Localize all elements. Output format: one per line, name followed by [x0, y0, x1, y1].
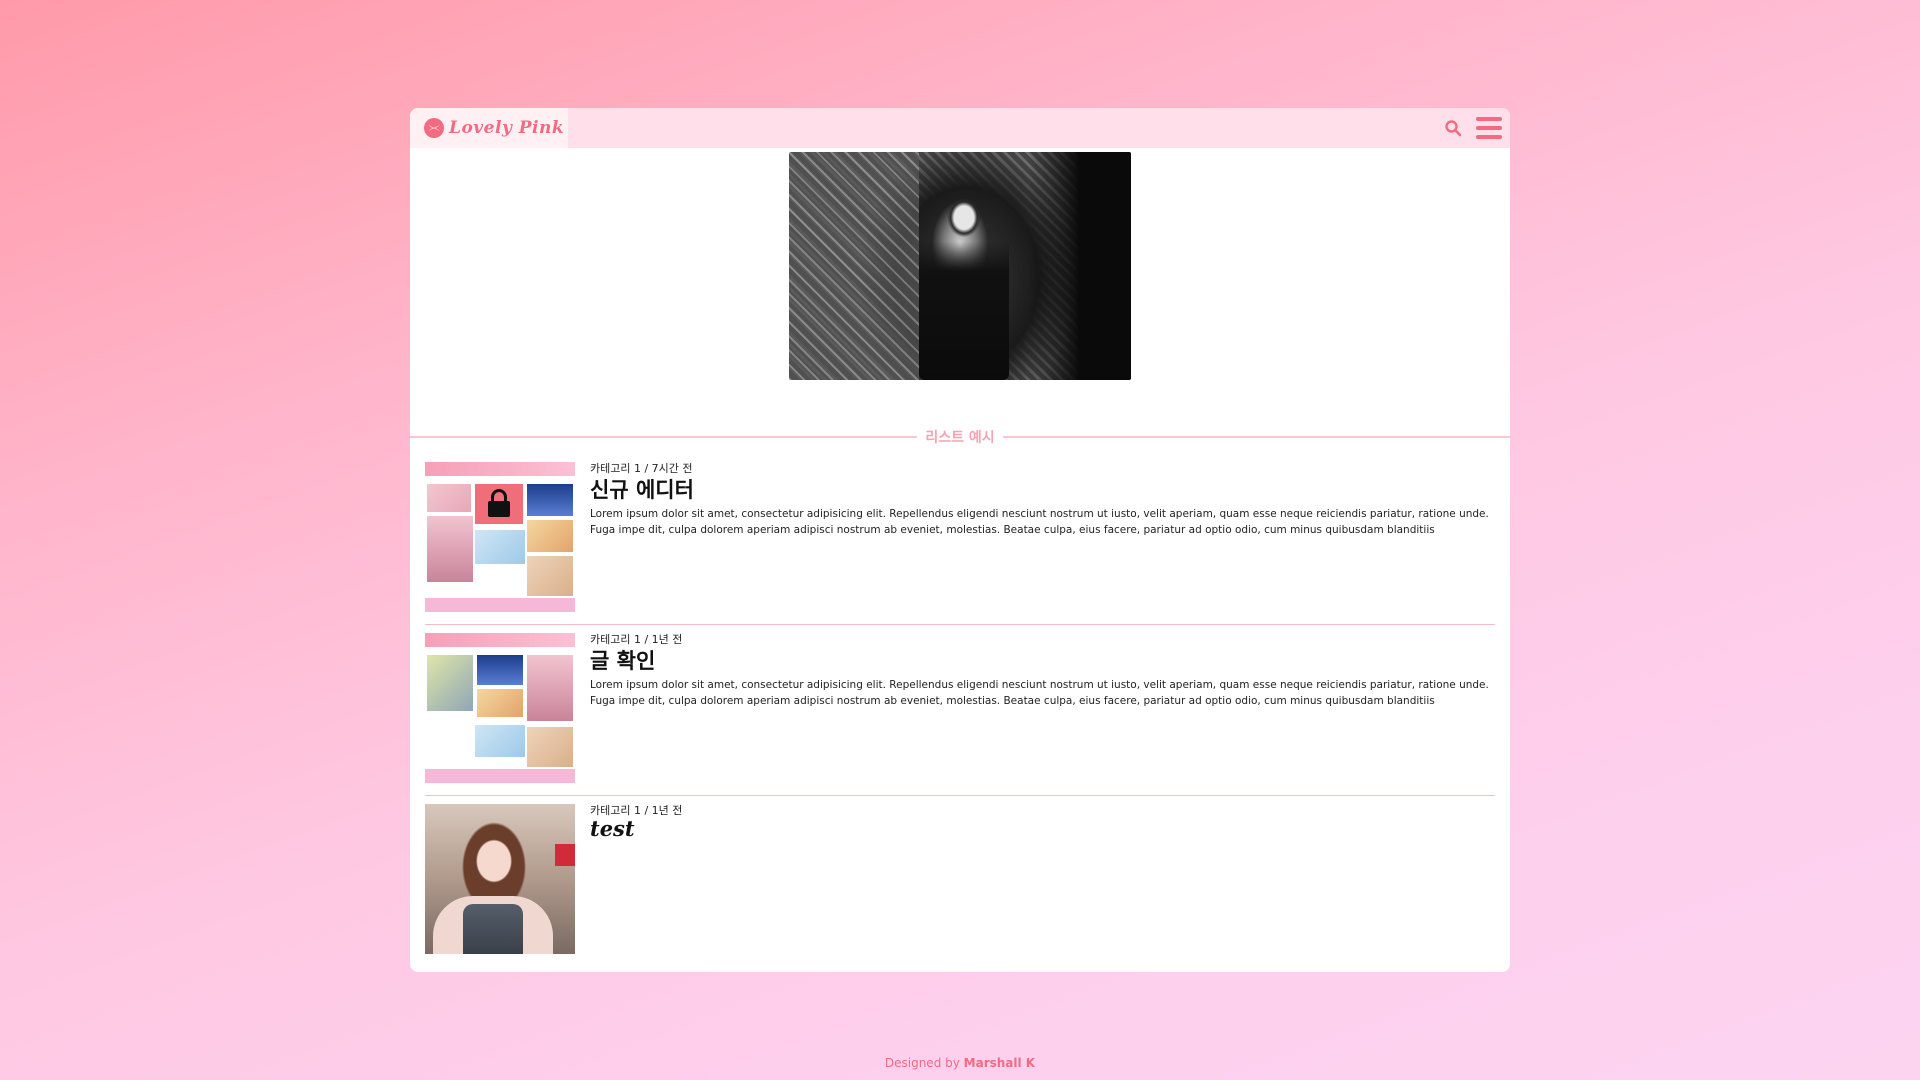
thumb-tile — [527, 484, 573, 516]
list-item[interactable]: 카테고리 1 / 7시간 전 신규 에디터 Lorem ipsum dolor … — [425, 454, 1495, 625]
hamburger-menu-icon[interactable] — [1476, 117, 1502, 139]
hero-image[interactable] — [789, 152, 1131, 380]
post-title[interactable]: 신규 에디터 — [590, 474, 694, 504]
post-excerpt: Lorem ipsum dolor sit amet, consectetur … — [590, 508, 1489, 536]
menu-bar — [1476, 135, 1502, 139]
thumb-detail — [555, 844, 575, 866]
thumb-tile — [527, 727, 573, 767]
ribbon-icon — [424, 118, 444, 138]
menu-bar — [1476, 117, 1502, 121]
footer-credit: Designed by Marshall K — [0, 1056, 1920, 1070]
thumb-band — [425, 769, 575, 783]
thumb-band — [425, 598, 575, 612]
footer-prefix: Designed by — [884, 1056, 964, 1070]
thumb-tile — [475, 725, 525, 757]
section-title: 리스트 예시 — [925, 430, 995, 446]
thumb-tile — [527, 655, 573, 721]
blog-card: Lovely Pink 리스트 예시 카테고리 1 / 7시간 전 신규 에디터… — [410, 108, 1510, 972]
thumb-tile — [427, 484, 471, 512]
thumb-tile — [527, 556, 573, 596]
divider-line — [1002, 436, 1510, 438]
post-list: 카테고리 1 / 7시간 전 신규 에디터 Lorem ipsum dolor … — [425, 454, 1495, 967]
thumb-tile — [527, 520, 573, 552]
divider-line — [410, 436, 918, 438]
thumb-tile — [475, 530, 525, 564]
thumb-tile — [477, 689, 523, 717]
post-thumbnail[interactable] — [425, 804, 575, 954]
thumb-tile — [427, 516, 473, 582]
thumb-band — [425, 462, 575, 476]
post-thumbnail[interactable] — [425, 633, 575, 783]
post-thumbnail[interactable] — [425, 462, 575, 612]
thumb-tile — [477, 655, 523, 685]
footer-author-link[interactable]: Marshall K — [964, 1056, 1035, 1070]
menu-bar — [1476, 126, 1502, 130]
hero-singer-figure — [919, 182, 1009, 380]
thumb-band — [425, 633, 575, 647]
logo[interactable]: Lovely Pink — [410, 108, 568, 148]
section-heading: 리스트 예시 — [410, 427, 1510, 447]
post-excerpt: Lorem ipsum dolor sit amet, consectetur … — [590, 679, 1489, 707]
logo-text: Lovely Pink — [449, 118, 565, 138]
top-bar: Lovely Pink — [410, 108, 1510, 148]
thumb-detail — [463, 904, 523, 954]
list-item[interactable]: 카테고리 1 / 1년 전 test — [425, 796, 1495, 967]
thumb-tile — [427, 655, 473, 711]
search-icon[interactable] — [1444, 119, 1462, 137]
post-title[interactable]: test — [590, 816, 635, 841]
lock-icon — [475, 484, 523, 524]
post-title[interactable]: 글 확인 — [590, 645, 655, 675]
list-item[interactable]: 카테고리 1 / 1년 전 글 확인 Lorem ipsum dolor sit… — [425, 625, 1495, 796]
